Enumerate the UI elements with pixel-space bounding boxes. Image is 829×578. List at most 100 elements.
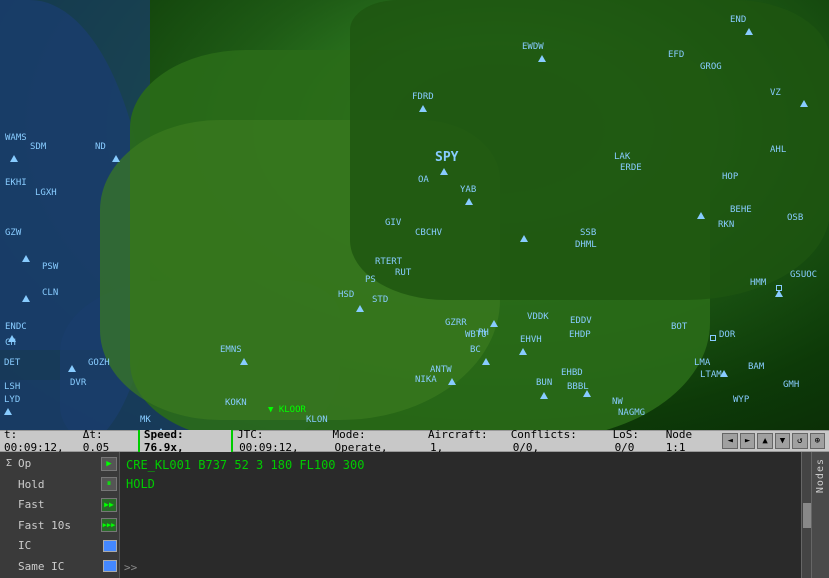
waypoint-STD: STD — [372, 295, 388, 305]
aircraft-triangle-CLN — [22, 295, 30, 302]
status-bar: t: 00:09:12, Δt: 0.05 Speed: 76.9x, JTC:… — [0, 430, 829, 452]
waypoint-EMNS: EMNS — [220, 345, 242, 355]
map-view[interactable]: END EWDW EFD GROG VZ FDRD AHL SPY LAK ER… — [0, 0, 829, 430]
fast-btn[interactable]: ▶▶ — [101, 498, 117, 512]
waypoint-LYD: LYD — [4, 395, 20, 405]
ic-label: IC — [18, 539, 101, 552]
ic-row: IC — [2, 536, 117, 556]
waypoint-KOKN: KOKN — [225, 398, 247, 408]
command-input[interactable] — [139, 561, 807, 574]
aircraft-triangle-SSB — [520, 235, 528, 242]
waypoint-GZRR: GZRR — [445, 318, 467, 328]
scrollbar-thumb[interactable] — [803, 503, 811, 528]
waypoint-GZW: GZW — [5, 228, 21, 238]
waypoint-WBTO: WBTO — [465, 330, 487, 340]
waypoint-DVR: DVR — [70, 378, 86, 388]
aircraft-triangle-EHVH — [519, 348, 527, 355]
conflicts-section: Conflicts: 0/0, — [511, 428, 609, 454]
waypoint-SSB: SSB — [580, 228, 596, 238]
waypoint-NW: NW — [612, 397, 623, 407]
fast-icon — [2, 498, 16, 512]
waypoint-BEHE: BEHE — [730, 205, 752, 215]
nav-refresh-btn[interactable]: ↺ — [792, 433, 807, 449]
bottom-panel: Σ Op ▶ Hold ⏸ Fast ▶▶ Fast 10s ▶▶▶ IC — [0, 452, 829, 578]
fast10s-btn[interactable]: ▶▶▶ — [101, 518, 117, 532]
waypoint-SPY: SPY — [435, 150, 458, 165]
waypoint-AHL: AHL — [770, 145, 786, 155]
waypoint-GROG: GROG — [700, 62, 722, 72]
main-command-area[interactable]: CRE_KL001 B737 52 3 180 FL100 300 HOLD >… — [120, 452, 811, 578]
nav-down-btn[interactable]: ▼ — [775, 433, 790, 449]
waypoint-DHML: DHML — [575, 240, 597, 250]
waypoint-BOT: BOT — [671, 322, 687, 332]
waypoint-LAK: LAK — [614, 152, 630, 162]
nav-left-btn[interactable]: ◄ — [722, 433, 737, 449]
waypoint-SDM: SDM — [30, 142, 46, 152]
aircraft-triangle-ND — [112, 155, 120, 162]
nav-right-btn[interactable]: ► — [740, 433, 755, 449]
waypoint-RTERT: RTERT — [375, 257, 402, 267]
waypoint-RUT: RUT — [395, 268, 411, 278]
sigma-icon: Σ — [2, 457, 16, 471]
waypoint-LMA: LMA — [694, 358, 710, 368]
airport-HMM — [776, 285, 782, 291]
aircraft-triangle-BUN — [540, 392, 548, 399]
aircraft-section: Aircraft: 1, — [428, 428, 507, 454]
op-row: Σ Op ▶ — [2, 454, 117, 474]
nav-up-btn[interactable]: ▲ — [757, 433, 772, 449]
aircraft-triangle-LTAM — [720, 370, 728, 377]
command-input-row: >> — [120, 561, 811, 574]
waypoint-CBCHV: CBCHV — [415, 228, 442, 238]
waypoint-END: END — [730, 15, 746, 25]
waypoint-CH: CH — [5, 338, 16, 348]
waypoint-CLN: CLN — [42, 288, 58, 298]
op-play-btn[interactable]: ▶ — [101, 457, 117, 471]
nav-zoom-btn[interactable]: ⊕ — [810, 433, 825, 449]
aircraft-triangle-west1 — [10, 155, 18, 162]
waypoint-PS: PS — [365, 275, 376, 285]
waypoint-GMH: GMH — [783, 380, 799, 390]
fast10s-label: Fast 10s — [18, 519, 99, 532]
fast-label: Fast — [18, 498, 99, 511]
mode-section: Mode: Operate, — [333, 428, 424, 454]
waypoint-EKHI: EKHI — [5, 178, 27, 188]
command-line-2: HOLD — [126, 475, 805, 494]
same-ic-btn[interactable] — [103, 560, 117, 572]
waypoint-DET: DET — [4, 358, 20, 368]
hold-pause-btn[interactable]: ⏸ — [101, 477, 117, 491]
command-prompt: >> — [124, 561, 137, 574]
fast10s-row: Fast 10s ▶▶▶ — [2, 516, 117, 536]
op-label: Op — [18, 457, 99, 470]
aircraft-triangle-SPY — [440, 168, 448, 175]
aircraft-triangle-ANTW — [448, 378, 456, 385]
waypoint-OA: OA — [418, 175, 429, 185]
jtc-section: JTC: 00:09:12, — [237, 428, 328, 454]
waypoint-YAB: YAB — [460, 185, 476, 195]
waypoint-GIV: GIV — [385, 218, 401, 228]
aircraft-triangle-EMNS — [240, 358, 248, 365]
hold-label: Hold — [18, 478, 99, 491]
waypoint-KLOOR[interactable]: ▼ KLOOR — [268, 405, 306, 415]
waypoint-DOR: DOR — [719, 330, 735, 340]
waypoint-WYP: WYP — [733, 395, 749, 405]
waypoint-NIKA: NIKA — [415, 375, 437, 385]
waypoint-VZ: VZ — [770, 88, 781, 98]
waypoint-VDDK: VDDK — [527, 312, 549, 322]
aircraft-triangle-BC — [482, 358, 490, 365]
aircraft-triangle-GOZH — [68, 365, 76, 372]
waypoint-FDRD: FDRD — [412, 92, 434, 102]
aircraft-triangle-BBBL — [583, 390, 591, 397]
waypoint-RKN: RKN — [718, 220, 734, 230]
waypoint-BC: BC — [470, 345, 481, 355]
waypoint-GSUOC: GSUOC — [790, 270, 817, 280]
aircraft-triangle-YAB — [465, 198, 473, 205]
ic-icon — [2, 539, 16, 553]
ic-btn[interactable] — [103, 540, 117, 552]
waypoint-LTAM: LTAM — [700, 370, 722, 380]
waypoint-BAM: BAM — [748, 362, 764, 372]
waypoint-ANTW: ANTW — [430, 365, 452, 375]
waypoint-HSD: HSD — [338, 290, 354, 300]
aircraft-triangle-MK — [157, 428, 165, 430]
scrollbar-vertical[interactable] — [801, 452, 811, 578]
time-display: t: 00:09:12, — [4, 428, 81, 454]
